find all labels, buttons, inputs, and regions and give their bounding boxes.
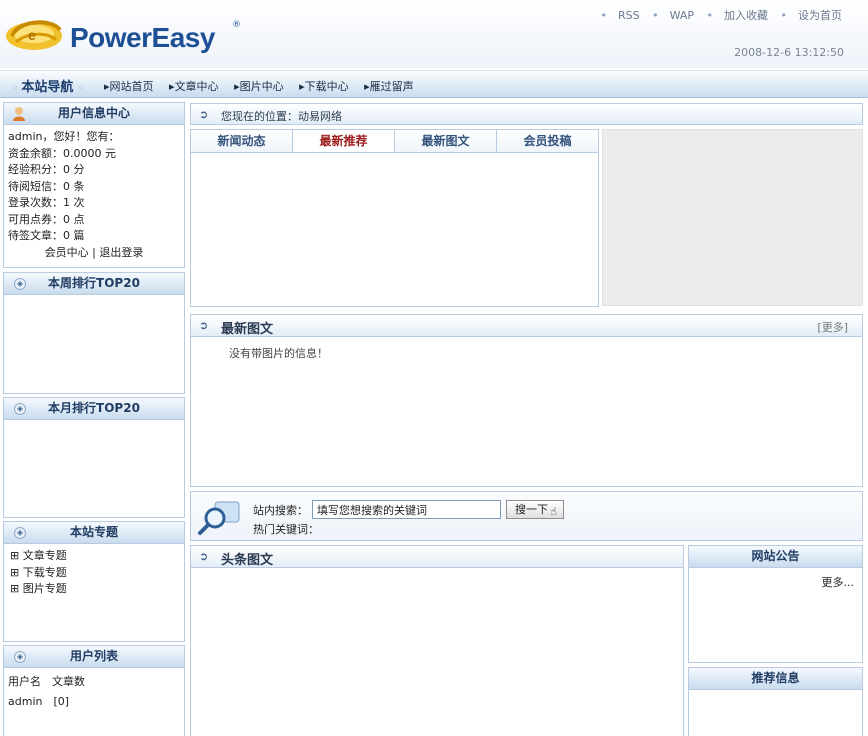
- circle-arrow-icon: ◈: [14, 527, 26, 539]
- hand-cursor-icon: ☝: [550, 505, 557, 518]
- special-item-downloads[interactable]: ⊞ 下载专题: [10, 565, 180, 582]
- search-label: 站内搜索：: [253, 504, 308, 517]
- circle-arrow-icon: ➲: [199, 550, 209, 563]
- nav-title: ◦ 本站导航 ◦: [12, 80, 84, 95]
- location-bar: ➲ 您现在的位置：动易网络: [190, 103, 863, 125]
- nav-item-guestbook[interactable]: ▸雁过留声: [364, 80, 420, 93]
- user-list-row[interactable]: admin [0]: [8, 692, 180, 712]
- week-top-panel: ◈ 本周排行TOP20: [3, 272, 185, 394]
- week-top-header: ◈ 本周排行TOP20: [4, 273, 184, 295]
- logo-text: PowerEasy: [70, 22, 215, 53]
- circle-arrow-icon: ◈: [14, 278, 26, 290]
- tab-member-posts[interactable]: 会员投稿: [497, 130, 598, 152]
- tab-latest-pics[interactable]: 最新图文: [395, 130, 497, 152]
- special-topics-panel: ◈ 本站专题 ⊞ 文章专题 ⊞ 下载专题 ⊞ 图片专题: [3, 521, 185, 642]
- location-text: 您现在的位置：动易网络: [221, 110, 342, 123]
- user-list-header: ◈ 用户列表: [4, 646, 184, 668]
- current-datetime: 2008-12-6 13:12:50: [734, 46, 844, 59]
- tab-panel: 新闻动态 最新推荐 最新图文 会员投稿: [190, 129, 599, 307]
- search-magnifier-icon: [198, 501, 240, 535]
- user-balance: 资金余额：0.0000 元: [8, 146, 116, 160]
- notice-panel: 网站公告 更多...: [688, 545, 863, 663]
- user-links[interactable]: 会员中心 | 退出登录: [8, 245, 180, 262]
- user-pending-articles: 待签文章：0 篇: [8, 229, 85, 242]
- top-link-homepage[interactable]: • 设为首页: [781, 9, 843, 22]
- latest-pics-header: ➲ 最新图文 [更多]: [191, 315, 862, 337]
- nav-item-downloads[interactable]: ▸下载中心: [299, 80, 355, 93]
- circle-arrow-icon: ◈: [14, 403, 26, 415]
- tab-news[interactable]: 新闻动态: [191, 130, 293, 152]
- logo[interactable]: e PowerEasy ®: [4, 8, 244, 64]
- site-nav: ◦ 本站导航 ◦ ▸网站首页 ▸文章中心 ▸图片中心 ▸下载中心 ▸雁过留声: [0, 70, 868, 98]
- logo-swirl-icon: e: [6, 20, 62, 50]
- notice-more-link[interactable]: 更多...: [689, 568, 862, 590]
- user-greeting: admin，您好！您有：: [8, 130, 120, 143]
- user-coupons: 可用点券：0 点: [8, 212, 85, 226]
- month-top-header: ◈ 本月排行TOP20: [4, 398, 184, 420]
- latest-pics-panel: ➲ 最新图文 [更多] 没有带图片的信息！: [190, 314, 863, 487]
- user-list-panel: ◈ 用户列表 用户名 文章数 admin [0]: [3, 645, 185, 736]
- circle-arrow-icon: ➲: [199, 319, 209, 332]
- headline-header: ➲ 头条图文: [191, 546, 683, 568]
- nav-item-home[interactable]: ▸网站首页: [104, 80, 160, 93]
- user-points: 经验积分：0 分: [8, 163, 85, 176]
- headline-panel: ➲ 头条图文: [190, 545, 684, 736]
- circle-arrow-icon: ◈: [14, 651, 26, 663]
- tab-bar: 新闻动态 最新推荐 最新图文 会员投稿: [191, 130, 598, 153]
- recommend-header: 推荐信息: [689, 668, 862, 690]
- search-bar: 站内搜索： 搜一下 ☝ 热门关键词：: [190, 491, 863, 541]
- search-input[interactable]: [312, 500, 501, 519]
- month-top-panel: ◈ 本月排行TOP20: [3, 397, 185, 518]
- special-topics-header: ◈ 本站专题: [4, 522, 184, 544]
- special-topics-list: ⊞ 文章专题 ⊞ 下载专题 ⊞ 图片专题: [4, 544, 184, 602]
- recommend-panel: 推荐信息: [688, 667, 863, 736]
- user-icon: [13, 107, 25, 121]
- top-link-wap[interactable]: • WAP: [652, 9, 694, 22]
- circle-arrow-icon: ➲: [199, 108, 209, 121]
- user-list-body: 用户名 文章数 admin [0]: [4, 668, 184, 716]
- top-link-rss[interactable]: • RSS: [600, 9, 639, 22]
- top-link-favorite[interactable]: • 加入收藏: [707, 9, 769, 22]
- special-item-articles[interactable]: ⊞ 文章专题: [10, 548, 180, 565]
- user-login-count: 登录次数：1 次: [8, 196, 85, 209]
- user-info-body: admin，您好！您有： 资金余额：0.0000 元 经验积分：0 分 待阅短信…: [4, 125, 184, 265]
- special-item-pictures[interactable]: ⊞ 图片专题: [10, 581, 180, 598]
- user-info-header: 用户信息中心: [4, 103, 184, 125]
- nav-items: ▸网站首页 ▸文章中心 ▸图片中心 ▸下载中心 ▸雁过留声: [104, 78, 426, 94]
- logo-registered-mark: ®: [232, 20, 241, 30]
- user-info-panel: 用户信息中心 admin，您好！您有： 资金余额：0.0000 元 经验积分：0…: [3, 102, 185, 268]
- nav-item-pictures[interactable]: ▸图片中心: [234, 80, 290, 93]
- latest-pics-title: 最新图文: [221, 322, 274, 337]
- search-button[interactable]: 搜一下 ☝: [506, 500, 564, 519]
- headline-title: 头条图文: [221, 553, 274, 568]
- svg-text:e: e: [28, 27, 36, 43]
- latest-pics-empty: 没有带图片的信息！: [229, 347, 328, 360]
- tab-recommended[interactable]: 最新推荐: [293, 130, 395, 152]
- header: e PowerEasy ® • RSS • WAP • 加入收藏 • 设为首页 2008…: [0, 0, 868, 68]
- banner-placeholder: [602, 129, 863, 306]
- notice-header: 网站公告: [689, 546, 862, 568]
- user-list-columns: 用户名 文章数: [8, 675, 85, 688]
- latest-pics-more-link[interactable]: [更多]: [817, 319, 848, 335]
- user-unread-messages: 待阅短信：0 条: [8, 179, 85, 193]
- nav-item-articles[interactable]: ▸文章中心: [169, 80, 225, 93]
- hot-keywords-label: 热门关键词：: [253, 523, 319, 536]
- top-links: • RSS • WAP • 加入收藏 • 设为首页: [591, 7, 842, 23]
